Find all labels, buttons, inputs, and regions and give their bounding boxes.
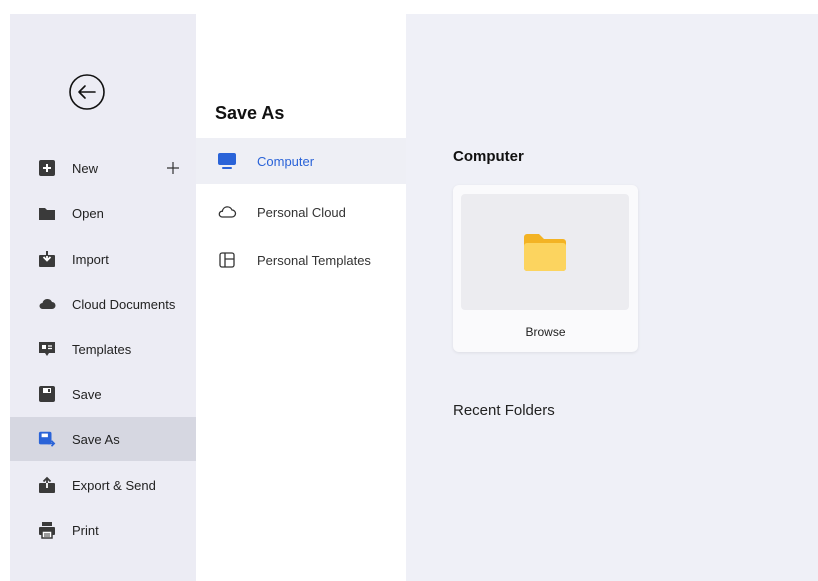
nav-item-label: Print [72, 522, 99, 538]
back-button[interactable] [68, 73, 106, 111]
plus-icon [167, 162, 179, 174]
import-icon [38, 250, 56, 268]
browse-thumbnail [461, 194, 629, 310]
folder-open-icon [38, 204, 56, 222]
location-label: Personal Templates [257, 252, 371, 268]
nav-item-templates[interactable]: Templates [10, 327, 196, 371]
save-as-title: Save As [215, 103, 285, 123]
file-menu-sidebar: New Open Import Cloud Documents Template… [10, 14, 196, 581]
browse-label: Browse [525, 325, 566, 339]
browse-button[interactable]: Browse [453, 185, 638, 352]
content-title: Computer [453, 148, 524, 165]
location-personal-templates[interactable]: Personal Templates [196, 237, 406, 283]
folder-icon [524, 234, 566, 271]
nav-item-new[interactable]: New [10, 146, 196, 190]
nav-item-label: Export & Send [72, 477, 156, 493]
nav-item-label: New [72, 160, 99, 176]
monitor-icon [217, 151, 237, 171]
location-computer[interactable]: Computer [196, 138, 406, 184]
print-icon [38, 521, 56, 539]
recent-folders-heading: Recent Folders [453, 402, 555, 419]
nav-item-label: Templates [72, 341, 132, 357]
nav-item-save[interactable]: Save [10, 372, 196, 416]
cloud-icon [38, 295, 56, 313]
save-icon [38, 385, 56, 403]
templates-icon [38, 340, 56, 358]
computer-content-panel: Computer Browse Recent Folders [406, 14, 818, 581]
nav-item-save-as[interactable]: Save As [10, 417, 196, 461]
save-as-icon [38, 430, 56, 448]
location-personal-cloud[interactable]: Personal Cloud [196, 189, 406, 235]
nav-item-label: Open [72, 205, 104, 221]
nav-item-label: Cloud Documents [72, 296, 176, 312]
location-label: Computer [257, 153, 315, 169]
nav-item-cloud-documents[interactable]: Cloud Documents [10, 282, 196, 326]
nav-item-label: Save As [72, 431, 120, 447]
nav-item-label: Save [72, 386, 102, 402]
nav-item-print[interactable]: Print [10, 508, 196, 552]
back-arrow-icon [69, 74, 105, 110]
export-icon [38, 476, 56, 494]
nav-item-open[interactable]: Open [10, 191, 196, 235]
nav-item-export-send[interactable]: Export & Send [10, 463, 196, 507]
cloud-outline-icon [217, 202, 237, 222]
nav-item-import[interactable]: Import [10, 237, 196, 281]
new-plus-button[interactable] [160, 155, 186, 181]
nav-item-label: Import [72, 251, 109, 267]
new-doc-icon [38, 159, 56, 177]
save-as-locations-panel: Save As Computer Personal Cloud Personal… [196, 14, 406, 581]
template-layout-icon [217, 250, 237, 270]
location-label: Personal Cloud [257, 204, 346, 220]
